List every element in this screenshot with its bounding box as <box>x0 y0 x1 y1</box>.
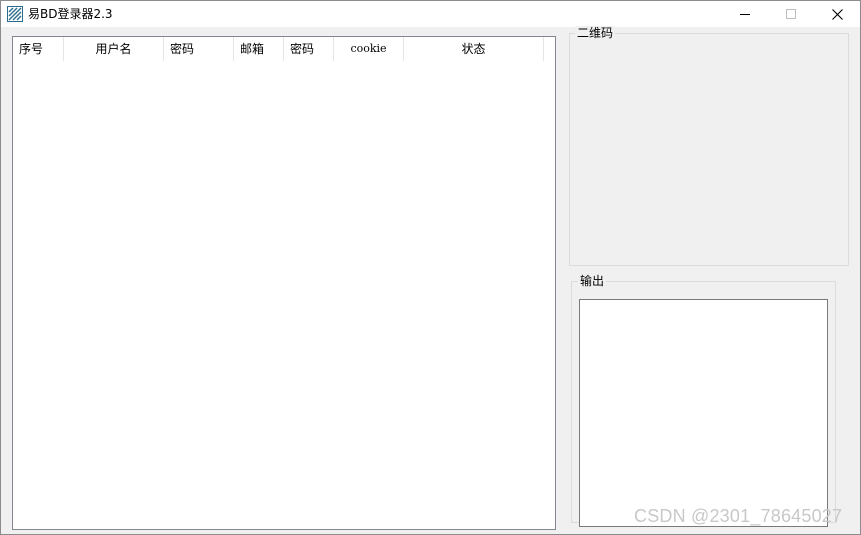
app-window: 易BD登录器2.3 序号 用户名 密码 邮箱 密码 cookie 状态 二维码 … <box>0 0 861 535</box>
maximize-button[interactable] <box>768 1 814 27</box>
output-group-label: 输出 <box>578 274 607 288</box>
minimize-button[interactable] <box>722 1 768 27</box>
column-header-cookie[interactable]: cookie <box>334 37 404 61</box>
minimize-icon <box>740 9 750 19</box>
qrcode-group <box>569 33 849 266</box>
column-header-password[interactable]: 密码 <box>164 37 234 61</box>
column-header-email-password[interactable]: 密码 <box>284 37 334 61</box>
account-list[interactable]: 序号 用户名 密码 邮箱 密码 cookie 状态 <box>12 36 556 530</box>
column-header-index[interactable]: 序号 <box>13 37 64 61</box>
output-textbox[interactable] <box>579 299 828 527</box>
app-logo-icon <box>7 6 23 22</box>
qrcode-group-label: 二维码 <box>575 26 616 40</box>
close-icon <box>831 8 843 20</box>
watermark-text: CSDN @2301_78645027 <box>634 506 843 526</box>
column-header-username[interactable]: 用户名 <box>64 37 164 61</box>
list-header: 序号 用户名 密码 邮箱 密码 cookie 状态 <box>13 37 555 61</box>
column-header-status[interactable]: 状态 <box>404 37 544 61</box>
title-bar[interactable]: 易BD登录器2.3 <box>1 1 860 27</box>
column-header-email[interactable]: 邮箱 <box>234 37 284 61</box>
window-title: 易BD登录器2.3 <box>28 7 113 21</box>
maximize-icon <box>786 9 796 19</box>
close-button[interactable] <box>814 1 860 27</box>
